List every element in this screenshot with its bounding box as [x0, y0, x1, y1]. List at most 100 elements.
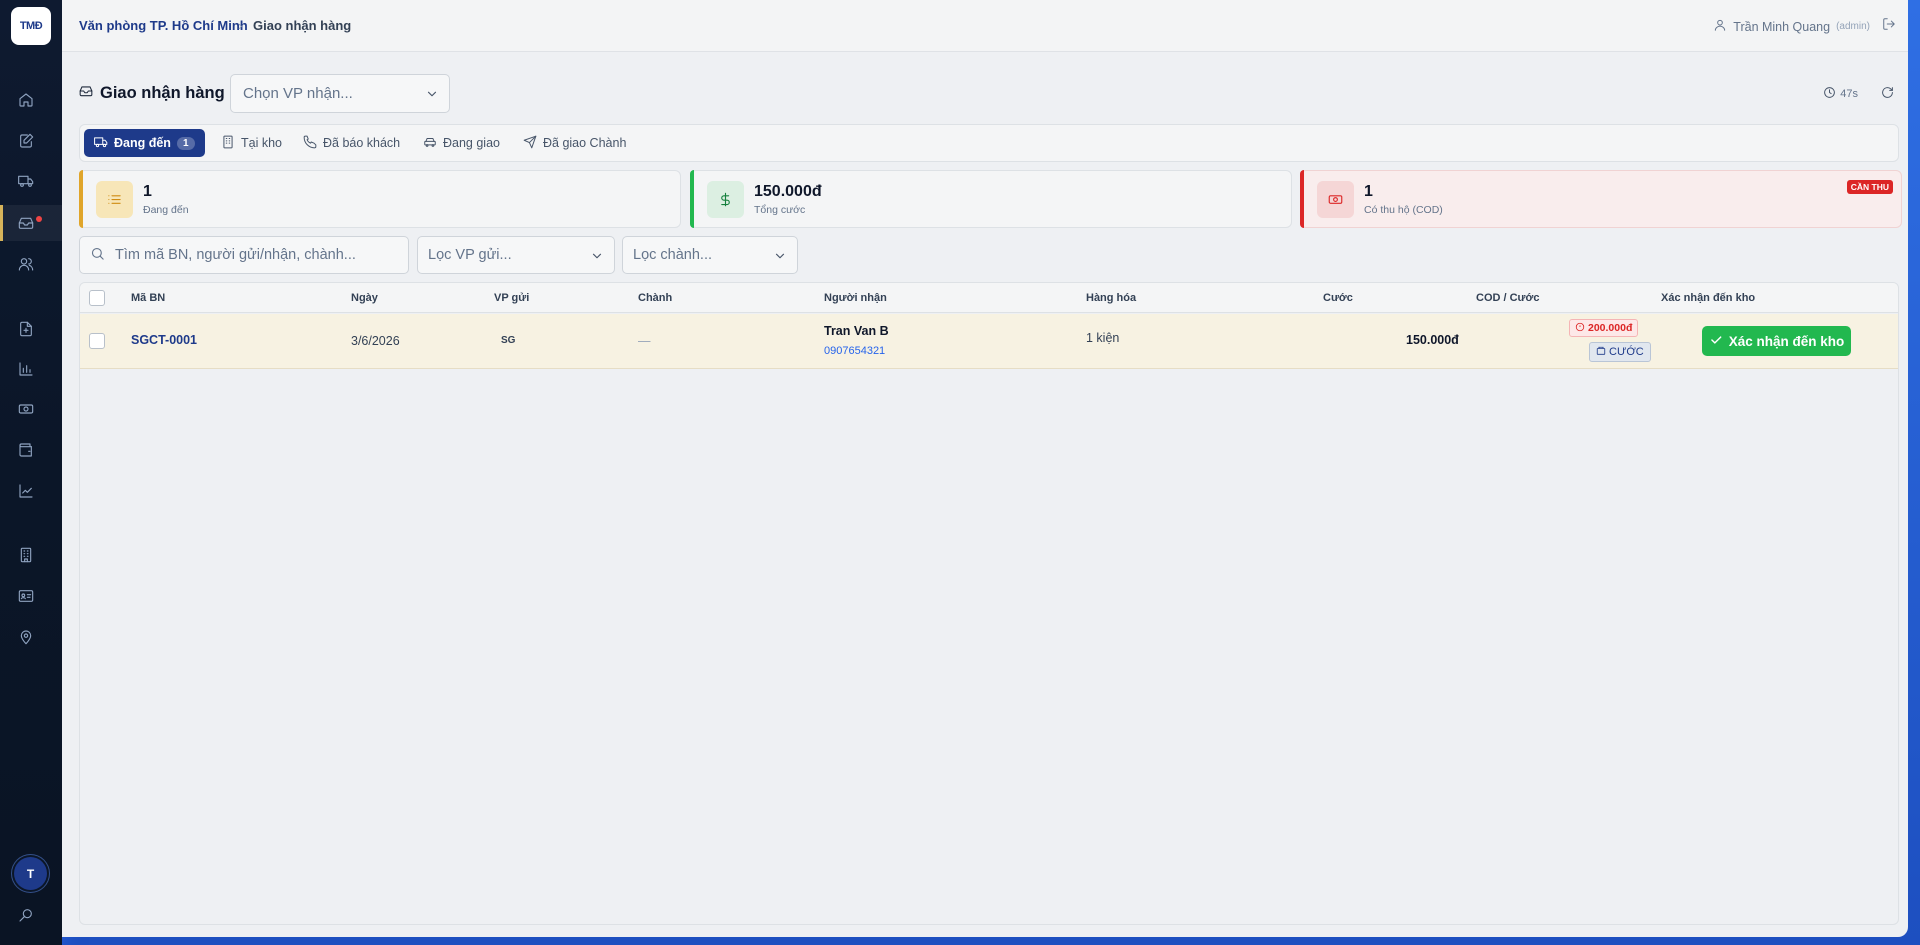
trend-icon[interactable]: [17, 482, 35, 500]
send-icon: [523, 135, 537, 152]
fee-type-label: CƯỚC: [1609, 346, 1644, 358]
map-pin-icon[interactable]: [17, 628, 35, 646]
search-icon: [90, 246, 105, 265]
avatar[interactable]: T: [14, 857, 47, 890]
user-icon: [1713, 18, 1727, 35]
file-icon[interactable]: [17, 320, 35, 338]
receiver-name: Tran Van B: [824, 324, 889, 338]
table-header: Mã BN Ngày VP gửi Chành Người nhận Hàng …: [80, 283, 1898, 313]
phone-icon: [303, 135, 317, 152]
stat-label: Tổng cước: [754, 204, 806, 216]
status-tabs: Đang đến 1 Tại kho Đã báo khách Đang gia…: [79, 124, 1899, 162]
tab-label: Đang giao: [443, 136, 500, 150]
user-role: (admin): [1836, 21, 1870, 32]
column-header[interactable]: Chành: [638, 292, 672, 304]
page-title: Giao nhận hàng: [100, 84, 225, 102]
vp-filter-select[interactable]: Lọc VP gửi...: [417, 236, 615, 274]
refresh-icon[interactable]: [1881, 86, 1894, 104]
users-icon[interactable]: [17, 255, 35, 273]
column-header: Xác nhận đến kho: [1661, 292, 1756, 304]
check-icon: [1709, 333, 1723, 350]
tab-label: Đã báo khách: [323, 136, 401, 150]
select-all-checkbox[interactable]: [89, 290, 105, 306]
wallet-icon[interactable]: [17, 441, 35, 459]
building-icon: [221, 135, 235, 152]
list-icon: [96, 181, 133, 218]
bar-chart-icon[interactable]: [17, 360, 35, 378]
vp-receive-select[interactable]: Chọn VP nhận...: [230, 74, 450, 113]
chanh-filter-select[interactable]: Lọc chành...: [622, 236, 798, 274]
app-logo[interactable]: TMĐ: [11, 7, 51, 45]
alert-circle-icon: [1575, 322, 1585, 335]
column-header[interactable]: COD / Cước: [1476, 292, 1539, 304]
stat-label: Đang đến: [143, 204, 189, 216]
chanh-filter-placeholder: Lọc chành...: [633, 247, 712, 263]
stat-accent-bar: [79, 170, 83, 228]
sender-office: SG: [501, 335, 516, 346]
notification-dot: [36, 216, 42, 222]
row-checkbox[interactable]: [89, 333, 105, 349]
truck-icon[interactable]: [17, 172, 35, 190]
chevron-down-icon: [773, 249, 787, 267]
fee-value: 150.000đ: [1406, 333, 1459, 347]
home-icon[interactable]: [17, 91, 35, 109]
column-header[interactable]: Mã BN: [131, 292, 165, 304]
stat-value: 1: [143, 183, 152, 200]
confirm-arrival-button[interactable]: Xác nhận đến kho: [1702, 326, 1851, 356]
sidebar: TMĐ T: [0, 0, 62, 945]
tab-da-giao-chanh[interactable]: Đã giao Chành: [513, 129, 636, 157]
logout-icon[interactable]: [1882, 17, 1896, 36]
id-card-icon[interactable]: [17, 587, 35, 605]
tab-dang-giao[interactable]: Đang giao: [413, 129, 510, 157]
tab-label: Đã giao Chành: [543, 136, 627, 150]
tab-count-badge: 1: [176, 136, 195, 150]
search-icon[interactable]: [17, 906, 35, 924]
shipments-table: Mã BN Ngày VP gửi Chành Người nhận Hàng …: [79, 282, 1899, 925]
stat-accent-bar: [1300, 170, 1304, 228]
search-placeholder: Tìm mã BN, người gửi/nhận, chành...: [115, 247, 356, 263]
stat-value: 150.000đ: [754, 183, 822, 200]
chanh-value: —: [638, 334, 651, 348]
edit-icon[interactable]: [17, 132, 35, 150]
stat-label: Có thu hộ (COD): [1364, 204, 1443, 216]
stat-accent-bar: [690, 170, 694, 228]
column-header[interactable]: VP gửi: [494, 292, 529, 304]
main-content: Văn phòng TP. Hồ Chí Minh › Giao nhận hà…: [62, 0, 1908, 937]
breadcrumb-office[interactable]: Văn phòng TP. Hồ Chí Minh: [79, 18, 248, 33]
tab-da-bao-khach[interactable]: Đã báo khách: [293, 129, 410, 157]
goods-value: 1 kiện: [1086, 331, 1120, 345]
column-header[interactable]: Người nhận: [824, 292, 887, 304]
column-header[interactable]: Hàng hóa: [1086, 292, 1136, 304]
truck-icon: [94, 135, 108, 152]
refresh-timer: 47s: [1823, 86, 1858, 102]
stat-card-dang-den: 1 Đang đến: [79, 170, 681, 228]
stat-value: 1: [1364, 183, 1373, 200]
user-name: Trần Minh Quang: [1733, 19, 1831, 34]
inbox-icon[interactable]: [17, 214, 35, 232]
banknote-icon: [1317, 181, 1354, 218]
banknote-icon[interactable]: [17, 400, 35, 418]
inbox-icon: [79, 84, 93, 103]
fee-type-badge: CƯỚC: [1589, 342, 1651, 362]
receiver-phone[interactable]: 0907654321: [824, 345, 885, 357]
confirm-arrival-label: Xác nhận đến kho: [1728, 333, 1845, 349]
status-badge: CẦN THU: [1846, 180, 1893, 194]
vp-filter-placeholder: Lọc VP gửi...: [428, 247, 512, 263]
shipment-code[interactable]: SGCT-0001: [131, 333, 197, 347]
search-input[interactable]: Tìm mã BN, người gửi/nhận, chành...: [79, 236, 409, 274]
column-header[interactable]: Cước: [1323, 292, 1353, 304]
column-header[interactable]: Ngày: [351, 292, 378, 304]
timer-value: 47s: [1840, 88, 1858, 100]
user-menu[interactable]: Trần Minh Quang (admin): [1713, 18, 1870, 35]
table-row[interactable]: SGCT-0001 3/6/2026 SG — Tran Van B 09076…: [80, 314, 1898, 369]
avatar-initial: T: [26, 866, 35, 881]
shipment-date: 3/6/2026: [351, 334, 400, 348]
tab-tai-kho[interactable]: Tại kho: [211, 129, 292, 157]
clock-icon: [1823, 86, 1836, 102]
wallet-icon: [1596, 346, 1606, 359]
tab-label: Đang đến: [114, 136, 171, 150]
building-icon[interactable]: [17, 546, 35, 564]
tab-label: Tại kho: [241, 136, 282, 150]
vp-select-placeholder: Chọn VP nhận...: [243, 85, 353, 102]
tab-dang-den[interactable]: Đang đến 1: [84, 129, 205, 157]
